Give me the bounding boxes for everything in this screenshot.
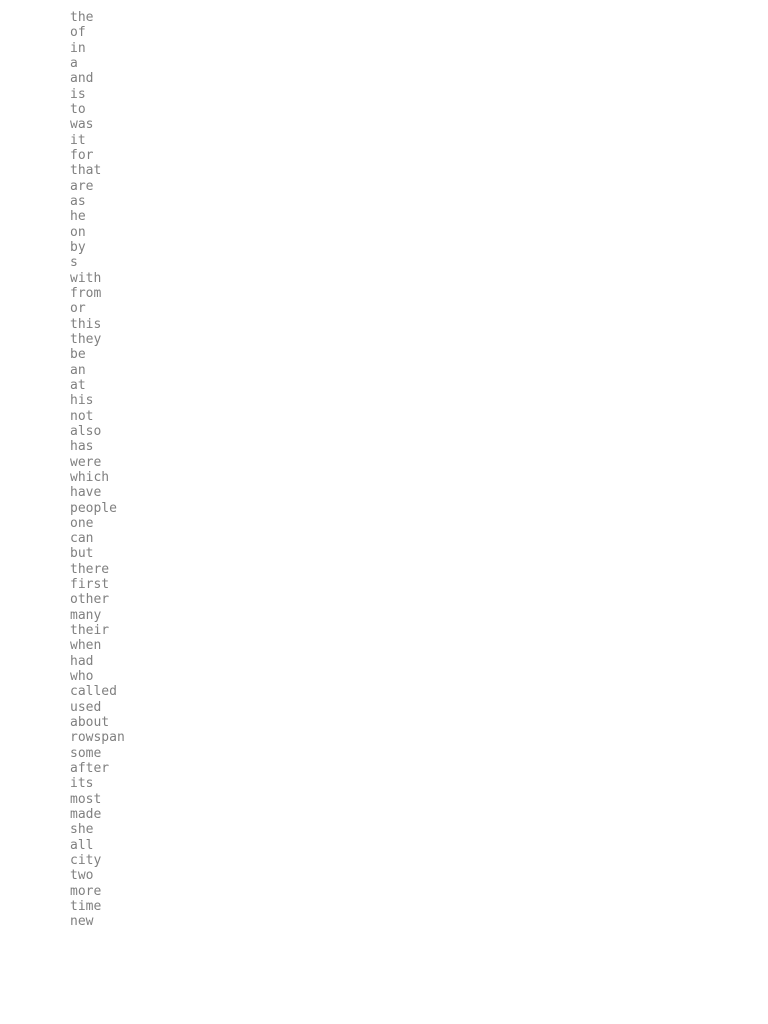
list-item: city (70, 853, 768, 868)
list-item: at (70, 378, 768, 393)
list-item: who (70, 669, 768, 684)
list-item: there (70, 562, 768, 577)
list-item: be (70, 347, 768, 362)
list-item: made (70, 807, 768, 822)
list-item: from (70, 286, 768, 301)
list-item: first (70, 577, 768, 592)
list-item: she (70, 822, 768, 837)
list-item: for (70, 148, 768, 163)
list-item: many (70, 608, 768, 623)
list-item: his (70, 393, 768, 408)
list-item: has (70, 439, 768, 454)
list-item: about (70, 715, 768, 730)
list-item: that (70, 163, 768, 178)
list-item: are (70, 179, 768, 194)
list-item: the (70, 10, 768, 25)
list-item: an (70, 363, 768, 378)
list-item: had (70, 654, 768, 669)
list-item: as (70, 194, 768, 209)
list-item: with (70, 271, 768, 286)
list-item: people (70, 501, 768, 516)
list-item: new (70, 914, 768, 929)
list-item: they (70, 332, 768, 347)
list-item: their (70, 623, 768, 638)
list-item: after (70, 761, 768, 776)
list-item: its (70, 776, 768, 791)
list-item: he (70, 209, 768, 224)
list-item: on (70, 225, 768, 240)
list-item: were (70, 455, 768, 470)
list-item: which (70, 470, 768, 485)
list-item: when (70, 638, 768, 653)
list-item: to (70, 102, 768, 117)
list-item: or (70, 301, 768, 316)
list-item: by (70, 240, 768, 255)
list-item: not (70, 409, 768, 424)
list-item: s (70, 255, 768, 270)
list-item: have (70, 485, 768, 500)
list-item: most (70, 792, 768, 807)
list-item: can (70, 531, 768, 546)
list-item: more (70, 884, 768, 899)
list-item: is (70, 87, 768, 102)
list-item: other (70, 592, 768, 607)
list-item: a (70, 56, 768, 71)
list-item: all (70, 838, 768, 853)
list-item: but (70, 546, 768, 561)
list-item: of (70, 25, 768, 40)
list-item: this (70, 317, 768, 332)
list-item: called (70, 684, 768, 699)
word-list: theofinaandistowasitforthatareasheonbysw… (70, 10, 768, 930)
list-item: it (70, 133, 768, 148)
list-item: two (70, 868, 768, 883)
list-item: time (70, 899, 768, 914)
list-item: in (70, 41, 768, 56)
list-item: rowspan (70, 730, 768, 745)
list-item: and (70, 71, 768, 86)
list-item: some (70, 746, 768, 761)
list-item: also (70, 424, 768, 439)
list-item: used (70, 700, 768, 715)
list-item: one (70, 516, 768, 531)
list-item: was (70, 117, 768, 132)
